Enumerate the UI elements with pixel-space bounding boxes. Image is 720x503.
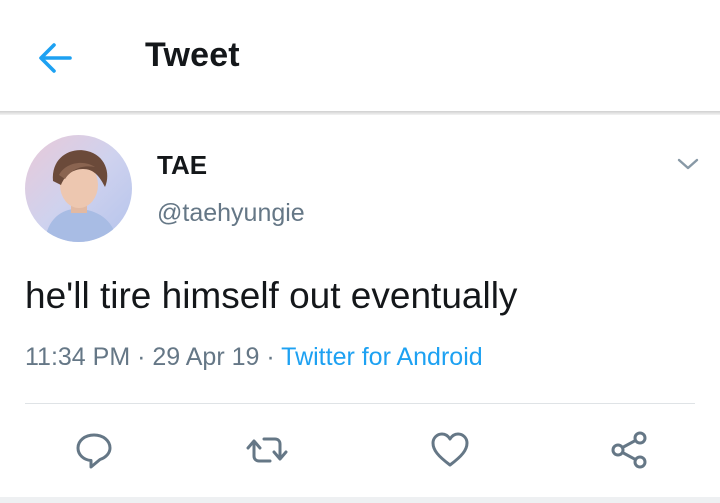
retweet-button[interactable] bbox=[245, 428, 289, 472]
meta-separator: · bbox=[130, 343, 153, 371]
avatar-image bbox=[25, 135, 132, 242]
header-divider bbox=[0, 111, 720, 115]
avatar[interactable] bbox=[25, 135, 132, 242]
bottom-divider bbox=[0, 497, 720, 503]
app-header: Tweet bbox=[0, 0, 720, 111]
reply-icon bbox=[76, 433, 112, 469]
reply-button[interactable] bbox=[72, 428, 116, 472]
tweet-time: 11:34 PM bbox=[25, 343, 131, 371]
tweet-source-link[interactable]: Twitter for Android bbox=[281, 343, 482, 371]
share-button[interactable] bbox=[607, 428, 651, 472]
page-title: Tweet bbox=[145, 36, 240, 74]
chevron-down-icon bbox=[677, 158, 699, 170]
tweet-text: he'll tire himself out eventually bbox=[25, 275, 518, 316]
heart-icon bbox=[431, 432, 469, 467]
tweet-meta: 11:34 PM · 29 Apr 19 · Twitter for Andro… bbox=[25, 343, 483, 372]
retweet-icon bbox=[246, 437, 288, 463]
author-handle[interactable]: @taehyungie bbox=[157, 199, 305, 228]
divider bbox=[25, 403, 695, 404]
arrow-left-icon bbox=[39, 43, 72, 73]
back-button[interactable] bbox=[36, 40, 76, 76]
meta-separator: · bbox=[259, 343, 282, 371]
tweet-date: 29 Apr 19 bbox=[152, 343, 260, 371]
author-name[interactable]: TAE bbox=[157, 150, 207, 181]
share-icon bbox=[611, 431, 647, 469]
like-button[interactable] bbox=[428, 428, 472, 472]
tweet-options-button[interactable] bbox=[676, 156, 700, 172]
